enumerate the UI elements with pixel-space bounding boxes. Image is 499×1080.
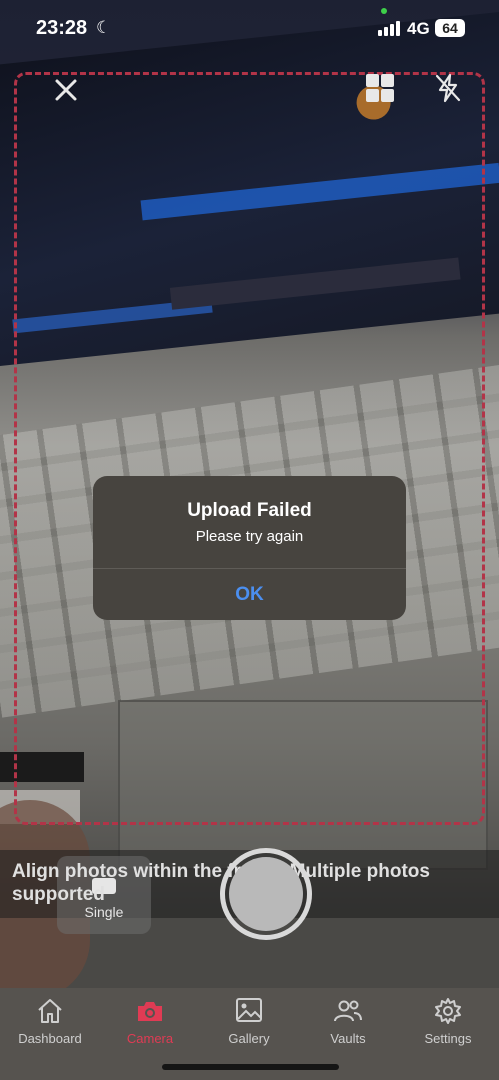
home-icon <box>35 996 65 1026</box>
home-indicator <box>162 1064 339 1070</box>
camera-icon <box>135 996 165 1026</box>
network-type: 4G <box>407 19 430 38</box>
signal-icon <box>378 20 400 36</box>
status-time: 23:28 <box>36 17 88 39</box>
tab-label: Gallery <box>228 1031 270 1046</box>
camera-frame-guide <box>14 72 485 825</box>
tab-label: Settings <box>424 1031 472 1046</box>
tab-settings[interactable]: Settings <box>398 988 498 1058</box>
shutter-button[interactable] <box>220 848 312 940</box>
gear-icon <box>433 996 463 1026</box>
tab-label: Camera <box>126 1031 174 1046</box>
close-icon[interactable] <box>48 72 84 108</box>
tab-vaults[interactable]: Vaults <box>298 988 398 1058</box>
tab-dashboard[interactable]: Dashboard <box>0 988 100 1058</box>
gallery-icon <box>234 996 264 1026</box>
dialog-title: Upload Failed <box>187 500 312 521</box>
single-mode-label: Single <box>84 904 124 920</box>
moon-icon: ☾ <box>96 18 112 37</box>
tab-camera[interactable]: Camera <box>100 988 200 1058</box>
people-icon <box>333 996 363 1026</box>
privacy-dot-icon <box>381 8 387 14</box>
battery-icon: 64 <box>435 19 465 37</box>
tab-label: Vaults <box>330 1031 366 1046</box>
status-bar: 23:28 ☾ 4G 64 <box>0 0 499 60</box>
flash-off-icon[interactable] <box>430 70 466 106</box>
dialog-ok-button[interactable]: OK <box>93 569 406 620</box>
grid-icon[interactable] <box>362 70 398 106</box>
upload-failed-dialog: Upload Failed Please try again OK <box>93 476 406 620</box>
tab-label: Dashboard <box>18 1031 82 1046</box>
tab-gallery[interactable]: Gallery <box>199 988 299 1058</box>
shutter-inner <box>229 857 303 931</box>
dialog-message: Please try again <box>195 528 304 545</box>
